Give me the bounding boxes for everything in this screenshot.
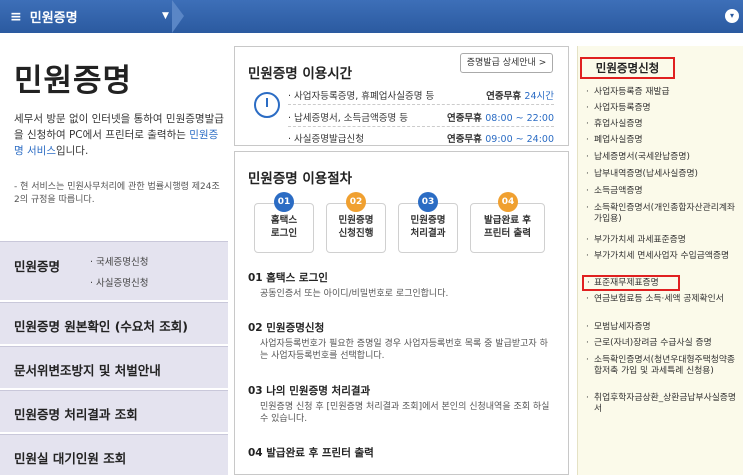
hours-label: 납세증명서, 소득금액증명 등 (288, 113, 408, 124)
menu-tab-label: 민원증명 (29, 11, 78, 26)
hours-value: 연중무휴 24시간 (486, 88, 554, 102)
procedure-heading: 04 발급완료 후 프린터 출력 (248, 447, 374, 459)
nav-item-result-lookup[interactable]: 민원증명 처리결과 조회 (0, 390, 228, 432)
top-nav-bar: ≡ 민원증명 ▼ ▾ (0, 0, 743, 33)
right-panel-title: 민원증명신청 (580, 57, 675, 79)
certificate-link[interactable]: 납세증명서(국세완납증명) (586, 152, 741, 163)
tab-arrow-decoration (172, 0, 184, 33)
step-line1: 민원증명 (338, 215, 374, 226)
hours-prefix: 연중무휴 (486, 91, 525, 102)
step-line1: 홈택스 (270, 215, 298, 226)
hours-value: 연중무휴 09:00 ~ 24:00 (447, 131, 554, 145)
nav-item-forgery-prevention[interactable]: 문서위변조방지 및 처벌안내 (0, 346, 228, 388)
procedure-desc: 공동인증서 또는 아이디/비밀번호로 로그인합니다. (260, 289, 449, 299)
nav-sub-item[interactable]: 국세증명신청 (90, 252, 148, 273)
certificate-link[interactable]: 사업자등록증명 (586, 103, 741, 114)
certificate-link-highlighted[interactable]: 표준재무제표증명 (582, 275, 680, 291)
step-number-badge: 02 (346, 192, 366, 212)
certificate-link[interactable]: 연금보험료등 소득·세액 공제확인서 (586, 294, 741, 305)
certificate-link[interactable]: 폐업사실증명 (586, 135, 741, 146)
menu-tab[interactable]: ≡ 민원증명 ▼ (0, 0, 180, 33)
step-line2: 처리결과 (410, 228, 446, 239)
expand-icon[interactable]: ▾ (725, 9, 739, 23)
certificate-link[interactable]: 취업후학자금상환_상환금납부사실증명서 (586, 393, 741, 414)
step-line1: 민원증명 (410, 215, 446, 226)
nav-item-label: 문서위변조방지 및 처벌안내 (14, 363, 161, 378)
step-number-badge: 01 (274, 192, 294, 212)
hours-prefix: 연중무휴 (446, 134, 486, 145)
hours-prefix: 연중무휴 (446, 113, 486, 124)
procedure-heading: 03 나의 민원증명 처리결과 (248, 385, 371, 397)
divider (288, 126, 554, 127)
step-line2: 로그인 (270, 228, 298, 239)
hours-time: 24시간 (524, 91, 554, 102)
divider (288, 104, 554, 105)
dropdown-caret-icon[interactable]: ▼ (162, 11, 169, 21)
step-line2: 신청진행 (338, 228, 374, 239)
step-number-badge: 03 (418, 192, 438, 212)
intro-text: 세무서 방문 없이 인터넷을 통하여 민원증명발급을 신청하여 PC에서 프린터… (14, 111, 224, 159)
clock-icon (254, 92, 280, 118)
hours-label: 사업자등록증명, 휴폐업사실증명 등 (288, 91, 434, 102)
procedure-heading: 01 홈택스 로그인 (248, 272, 328, 284)
nav-item-original-check[interactable]: 민원증명 원본확인 (수요처 조회) (0, 302, 228, 344)
certificate-link[interactable]: 사업자등록증 재발급 (586, 87, 741, 98)
procedure-title: 민원증명 이용절차 (248, 171, 353, 187)
procedure-desc: 민원증명 신청 후 [민원증명 처리결과 조회]에서 본인의 신청내역을 조회 … (260, 402, 550, 424)
hours-time: 09:00 ~ 24:00 (485, 134, 554, 145)
hours-title: 민원증명 이용시간 (248, 66, 353, 82)
nav-item-label: 민원증명 (14, 259, 61, 274)
step-line2: 프린터 출력 (483, 228, 531, 239)
certificate-link[interactable]: 소득확인증명서(청년우대형주택청약종합저축 가입 및 과세특례 신청용) (586, 355, 741, 376)
step-number-badge: 04 (498, 192, 518, 212)
certificate-link[interactable]: 근로(자녀)장려금 수급사실 증명 (586, 338, 741, 349)
nav-item-label: 민원실 대기인원 조회 (14, 451, 127, 466)
certificate-link[interactable]: 납부내역증명(납세사실증명) (586, 169, 741, 180)
hours-label: 사실증명발급신청 (288, 134, 364, 145)
nav-sub-item[interactable]: 사실증명신청 (90, 273, 148, 294)
certificate-link[interactable]: 소득확인증명서(개인종합자산관리계좌 가입용) (586, 203, 741, 224)
procedure-heading: 02 민원증명신청 (248, 322, 325, 334)
procedure-desc: 사업자등록번호가 필요한 증명일 경우 사업자등록번호 목록 중 발급받고자 하… (260, 339, 548, 361)
certificate-link[interactable]: 소득금액증명 (586, 186, 741, 197)
certificate-link[interactable]: 부가가치세 면세사업자 수입금액증명 (586, 251, 741, 262)
nav-item-label: 민원증명 처리결과 조회 (14, 407, 138, 422)
hours-value: 연중무휴 08:00 ~ 22:00 (447, 110, 554, 124)
hamburger-icon[interactable]: ≡ (10, 9, 22, 25)
certificate-link[interactable]: 부가가치세 과세표준증명 (586, 235, 741, 246)
nav-item-civil-certificate[interactable]: 민원증명 국세증명신청 사실증명신청 (0, 241, 228, 300)
certificate-link[interactable]: 휴업사실증명 (586, 119, 741, 130)
step-line1: 발급완료 후 (483, 215, 531, 226)
legal-note: - 현 서비스는 민원사무처리에 관한 법률시행령 제24조2의 규정을 따릅니… (14, 182, 220, 205)
intro-part2: 입니다. (55, 145, 89, 157)
nav-item-label: 민원증명 원본확인 (수요처 조회) (14, 319, 188, 334)
hours-time: 08:00 ~ 22:00 (485, 113, 554, 124)
certificate-link[interactable]: 모범납세자증명 (586, 322, 741, 333)
hours-row: 납세증명서, 소득금액증명 등 연중무휴 08:00 ~ 22:00 (288, 110, 554, 124)
nav-item-waiting-lookup[interactable]: 민원실 대기인원 조회 (0, 434, 228, 475)
page-title: 민원증명 (14, 63, 133, 99)
detail-guide-button[interactable]: 증명발급 상세안내 > (460, 53, 553, 73)
nav-sub-list: 국세증명신청 사실증명신청 (90, 252, 148, 294)
hours-row: 사실증명발급신청 연중무휴 09:00 ~ 24:00 (288, 131, 554, 145)
hours-row: 사업자등록증명, 휴폐업사실증명 등 연중무휴 24시간 (288, 88, 554, 102)
